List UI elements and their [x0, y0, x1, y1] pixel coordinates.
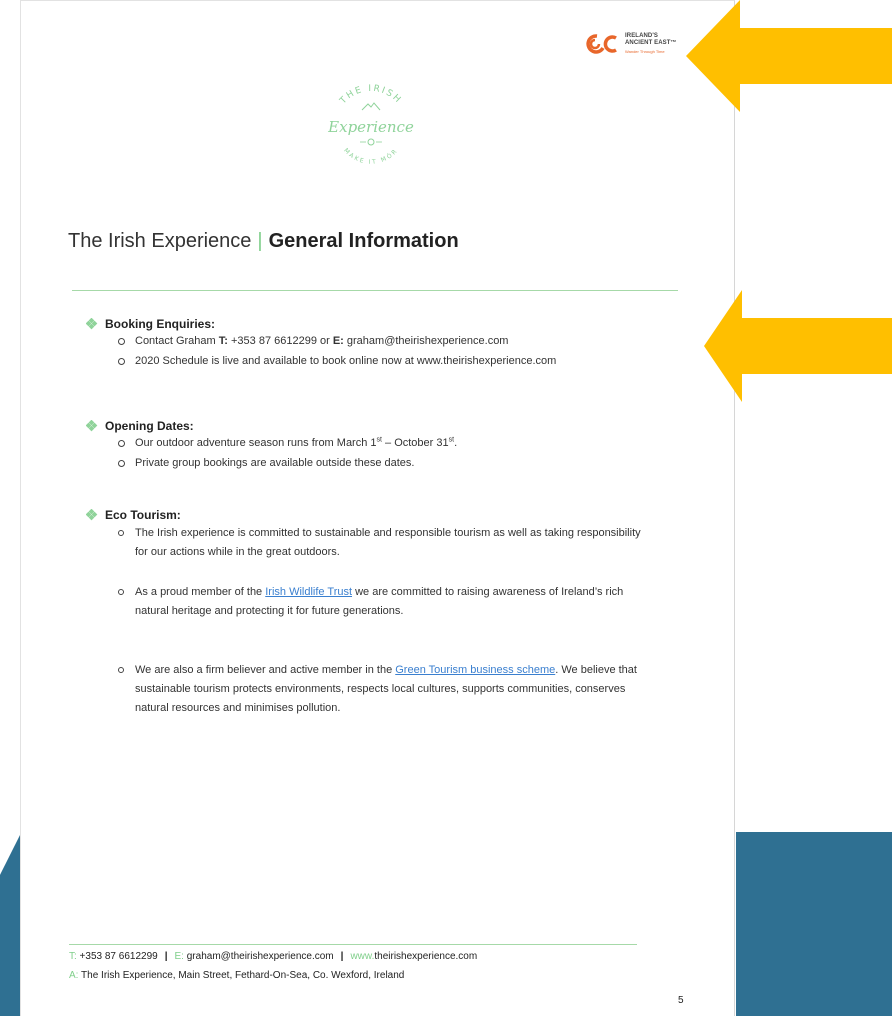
- circle-bullet-icon: [118, 434, 135, 454]
- footer-email: graham@theirishexperience.com: [183, 951, 334, 962]
- footer-company: The Irish Experience,: [78, 970, 176, 981]
- wildlife-trust-text: As a proud member of the Irish Wildlife …: [135, 583, 655, 621]
- svg-text:THE IRISH: THE IRISH: [338, 84, 404, 107]
- green-prefix: We are also a firm believer and active m…: [135, 664, 396, 676]
- mountain-icon: [361, 102, 381, 111]
- list-item: Private group bookings are available out…: [118, 454, 655, 474]
- opening-items: Our outdoor adventure season runs from M…: [118, 434, 655, 474]
- season-prefix: Our outdoor adventure season runs from M…: [135, 437, 377, 449]
- season-suffix: .: [454, 437, 458, 449]
- footer-divider: [69, 944, 637, 945]
- footer-email-label: E:: [174, 951, 184, 962]
- footer-phone-label: T:: [69, 951, 77, 962]
- footer-separator: |: [340, 951, 344, 962]
- title-strong: General Information: [268, 230, 459, 252]
- section-heading: Booking Enquiries:: [86, 316, 655, 332]
- list-item: As a proud member of the Irish Wildlife …: [118, 583, 655, 621]
- phone-label: T:: [218, 335, 228, 347]
- irish-wildlife-trust-link[interactable]: Irish Wildlife Trust: [265, 586, 352, 598]
- footer-web: theirishexperience.com: [374, 951, 478, 962]
- left-arrow-icon: [704, 290, 892, 402]
- opening-heading: Opening Dates:: [105, 419, 194, 433]
- section-heading: Opening Dates:: [86, 418, 655, 434]
- ancient-east-swirl-icon: [586, 34, 617, 54]
- section-eco-tourism: Eco Tourism: The Irish experience is com…: [86, 507, 655, 718]
- schedule-text: 2020 Schedule is live and available to b…: [135, 355, 557, 367]
- diamond-bullet-icon: [86, 509, 98, 521]
- circle-bullet-icon: [118, 352, 135, 372]
- contact-email: graham@theirishexperience.com: [343, 335, 509, 347]
- booking-contact-text: Contact Graham T: +353 87 6612299 or E: …: [135, 332, 655, 352]
- footer-web-prefix: www.: [350, 951, 375, 962]
- private-bookings-text: Private group bookings are available out…: [135, 457, 415, 469]
- section-booking-enquiries: Booking Enquiries: Contact Graham T: +35…: [86, 316, 655, 372]
- section-opening-dates: Opening Dates: Our outdoor adventure sea…: [86, 418, 655, 474]
- title-prefix: The Irish Experience: [68, 230, 252, 252]
- title-divider: [72, 290, 678, 291]
- partner-logo-line1: IRELAND'S: [625, 33, 658, 39]
- circle-bullet-icon: [118, 524, 135, 562]
- eco-commitment-text: The Irish experience is committed to sus…: [135, 527, 641, 558]
- footer-contact-line: T: +353 87 6612299 | E: graham@theirishexp…: [69, 951, 477, 962]
- yellow-arrow-middle: [704, 290, 892, 402]
- booking-heading: Booking Enquiries:: [105, 317, 216, 331]
- background-blue-panel-right: [736, 832, 892, 1016]
- eco-heading: Eco Tourism:: [105, 508, 181, 522]
- partner-logo-line2: ANCIENT EAST™: [625, 40, 677, 46]
- list-item: Our outdoor adventure season runs from M…: [118, 434, 655, 454]
- footer-phone: +353 87 6612299: [76, 951, 158, 962]
- section-heading: Eco Tourism:: [86, 507, 655, 523]
- logo-emblem-icon: [367, 138, 375, 146]
- eco-items: The Irish experience is committed to sus…: [118, 524, 655, 718]
- page-number: 5: [678, 995, 684, 1006]
- list-item: 2020 Schedule is live and available to b…: [118, 352, 655, 372]
- footer-address: Main Street, Fethard-On-Sea, Co. Wexford…: [175, 970, 405, 981]
- contact-prefix: Contact Graham: [135, 335, 219, 347]
- partner-logo-tagline: Wander Through Time: [625, 49, 665, 54]
- list-item: We are also a firm believer and active m…: [118, 661, 655, 718]
- green-tourism-text: We are also a firm believer and active m…: [135, 661, 655, 718]
- footer-separator: |: [164, 951, 168, 962]
- background-blue-panel-left: [0, 835, 20, 1016]
- list-item: The Irish experience is committed to sus…: [118, 524, 655, 562]
- diamond-bullet-icon: [86, 318, 98, 330]
- logo-bottom-text: MAKE IT MÓR: [342, 147, 397, 166]
- footer-address-line: A: The Irish Experience, Main Street, Fe…: [69, 970, 404, 981]
- page-title: The Irish Experience | General Information: [68, 230, 459, 253]
- yellow-arrow-top: [686, 0, 892, 112]
- svg-text:MAKE IT MÓR: MAKE IT MÓR: [342, 147, 399, 166]
- logo-top-text: THE IRISH: [338, 84, 402, 107]
- email-label: E:: [332, 335, 344, 347]
- partner-logo-text: IRELAND'S ANCIENT EAST™ Wander Through T…: [625, 33, 677, 55]
- wildlife-prefix: As a proud member of the: [135, 586, 266, 598]
- circle-bullet-icon: [118, 332, 135, 352]
- list-item: Contact Graham T: +353 87 6612299 or E: …: [118, 332, 655, 352]
- title-separator: |: [257, 230, 263, 252]
- irish-experience-logo: THE IRISH Experience MAKE IT MÓR: [327, 84, 414, 166]
- circle-bullet-icon: [118, 661, 135, 718]
- left-arrow-icon: [686, 0, 892, 112]
- diamond-bullet-icon: [86, 420, 98, 432]
- green-tourism-link[interactable]: Green Tourism business scheme: [395, 664, 555, 676]
- booking-items: Contact Graham T: +353 87 6612299 or E: …: [118, 332, 655, 372]
- irelands-ancient-east-logo: IRELAND'S ANCIENT EAST™ Wander Through T…: [586, 31, 686, 57]
- circle-bullet-icon: [118, 583, 135, 621]
- logo-script-text: Experience: [327, 118, 414, 136]
- season-text: Our outdoor adventure season runs from M…: [135, 434, 655, 454]
- season-mid: – October 31: [381, 437, 449, 449]
- circle-bullet-icon: [118, 454, 135, 474]
- contact-phone: +353 87 6612299 or: [227, 335, 333, 347]
